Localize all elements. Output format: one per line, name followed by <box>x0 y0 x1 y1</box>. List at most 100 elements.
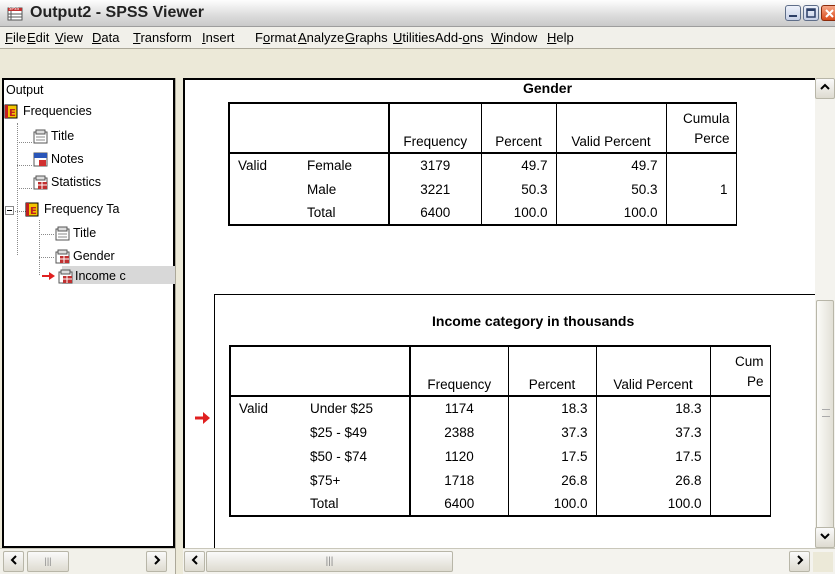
column-header-empty <box>229 345 302 397</box>
cell-vpct: 18.3 <box>596 396 711 420</box>
table-header-row: Frequency Percent Valid Percent Cum Pe <box>229 345 771 397</box>
scroll-up-button[interactable] <box>815 78 835 99</box>
cell-vpct: 49.7 <box>556 153 667 177</box>
close-button[interactable] <box>821 5 835 21</box>
chevron-right-icon <box>153 555 160 565</box>
table-row: $50 - $74 1120 17.5 17.5 <box>229 444 771 468</box>
outline-scroll-thumb[interactable]: ||| <box>27 551 69 572</box>
minimize-button[interactable] <box>785 5 801 21</box>
cell-pct: 50.3 <box>481 177 557 201</box>
outline-item-gender[interactable]: Gender <box>73 249 115 263</box>
cell-cum <box>710 396 771 420</box>
outline-item-income[interactable]: Income c <box>75 269 126 283</box>
menu-graphs[interactable]: Graphs <box>345 30 388 45</box>
cell-label: $25 - $49 <box>302 420 411 444</box>
cell-freq: 1120 <box>410 444 509 468</box>
cell-vpct: 17.5 <box>596 444 711 468</box>
column-header: Percent <box>481 102 557 154</box>
outline-root[interactable]: Output <box>6 83 44 97</box>
menu-transform[interactable]: Transform <box>133 30 192 45</box>
cell-pct: 37.3 <box>508 420 597 444</box>
cell-cum <box>710 444 771 468</box>
scroll-left-button[interactable] <box>3 551 24 572</box>
cell-group: Valid <box>229 396 302 420</box>
size-grip[interactable] <box>813 552 833 572</box>
cell-pct: 100.0 <box>508 492 597 517</box>
column-header: Valid Percent <box>556 102 667 154</box>
menu-view[interactable]: View <box>55 30 83 45</box>
scroll-left-button[interactable] <box>184 551 205 572</box>
output-content-pane[interactable]: Gender Frequency Percent Valid Percent Cumu… <box>183 78 815 548</box>
outline-item-frequency-tables[interactable]: Frequency Ta <box>44 202 120 216</box>
cell-freq: 3179 <box>389 153 482 177</box>
menu-data[interactable]: Data <box>92 30 119 45</box>
column-header: Percent <box>508 345 597 397</box>
content-horizontal-scrollbar[interactable]: ||| <box>183 548 835 574</box>
table-header-row: Frequency Percent Valid Percent Cumula Perce <box>228 102 737 154</box>
table-icon <box>55 249 70 264</box>
maximize-button[interactable] <box>803 5 819 21</box>
outline-item-frequencies[interactable]: Frequencies <box>23 104 92 118</box>
menu-format[interactable]: Format <box>255 30 296 45</box>
column-header-empty <box>228 102 299 154</box>
table-row: Male 3221 50.3 50.3 1 <box>228 177 737 201</box>
outline-pane[interactable]: Output E Frequencies Title Notes Statist… <box>2 78 178 548</box>
frequencies-book-icon: E <box>4 104 18 119</box>
red-arrow-icon <box>42 272 55 280</box>
scroll-down-button[interactable] <box>815 527 835 548</box>
window-title: Output2 - SPSS Viewer <box>30 4 204 21</box>
title-bar[interactable]: SPSS Output2 - SPSS Viewer <box>0 0 835 27</box>
vertical-scroll-thumb[interactable] <box>816 300 834 531</box>
column-header-cumulative-line2: Pe <box>746 374 764 389</box>
cell-label: Total <box>299 201 390 226</box>
title-icon <box>55 226 70 241</box>
menu-addons[interactable]: Add-ons <box>435 30 483 45</box>
menu-window[interactable]: Window <box>491 30 537 45</box>
outline-horizontal-scrollbar[interactable]: ||| <box>0 548 175 574</box>
outline-item-notes[interactable]: Notes <box>51 152 84 166</box>
cell-cum <box>710 420 771 444</box>
maximize-icon <box>806 8 816 18</box>
outline-item-statistics[interactable]: Statistics <box>51 175 101 189</box>
cell-cum <box>666 153 737 177</box>
frequency-table-book-icon: E <box>25 202 39 217</box>
cell-group: Valid <box>228 153 299 177</box>
column-header-empty <box>299 102 390 154</box>
menu-utilities[interactable]: Utilities <box>393 30 435 45</box>
column-header-cumulative-line2: Perce <box>694 131 730 146</box>
cell-vpct: 100.0 <box>596 492 711 517</box>
column-header-cumulative-line1: Cum <box>734 354 764 369</box>
menu-edit[interactable]: Edit <box>27 30 49 45</box>
cell-cum: 1 <box>666 177 737 201</box>
content-vertical-scrollbar[interactable] <box>815 78 835 548</box>
scroll-right-button[interactable] <box>146 551 167 572</box>
menu-analyze[interactable]: Analyze <box>298 30 344 45</box>
table-row: Valid Under $25 1174 18.3 18.3 <box>229 396 771 420</box>
collapse-icon[interactable] <box>5 206 15 216</box>
cell-label: Female <box>299 153 390 177</box>
income-table-title: Income category in thousands <box>432 313 635 329</box>
cell-vpct: 37.3 <box>596 420 711 444</box>
table-icon <box>58 269 73 284</box>
column-header-cumulative: Cum Pe <box>710 345 771 397</box>
outline-item-title-2[interactable]: Title <box>73 226 96 240</box>
cell-label: Male <box>299 177 390 201</box>
income-pivot-frame: Income category in thousands Frequency Pe… <box>214 294 815 548</box>
menu-insert[interactable]: Insert <box>202 30 235 45</box>
svg-text:E: E <box>9 108 16 119</box>
horizontal-scroll-thumb[interactable]: ||| <box>206 551 453 572</box>
menu-help[interactable]: Help <box>547 30 574 45</box>
cell-vpct: 26.8 <box>596 468 711 492</box>
cell-group <box>229 444 302 468</box>
cell-pct: 49.7 <box>481 153 557 177</box>
pane-splitter[interactable] <box>175 78 183 574</box>
table-row: $25 - $49 2388 37.3 37.3 <box>229 420 771 444</box>
table-row: $75+ 1718 26.8 26.8 <box>229 468 771 492</box>
cell-label: Total <box>302 492 411 517</box>
outline-item-title[interactable]: Title <box>51 129 74 143</box>
cell-freq: 6400 <box>410 492 509 517</box>
cell-vpct: 100.0 <box>556 201 667 226</box>
scroll-right-button[interactable] <box>789 551 810 572</box>
menu-bar: File Edit View Data Transform Insert Format Ana… <box>0 27 835 49</box>
menu-file[interactable]: File <box>5 30 26 45</box>
